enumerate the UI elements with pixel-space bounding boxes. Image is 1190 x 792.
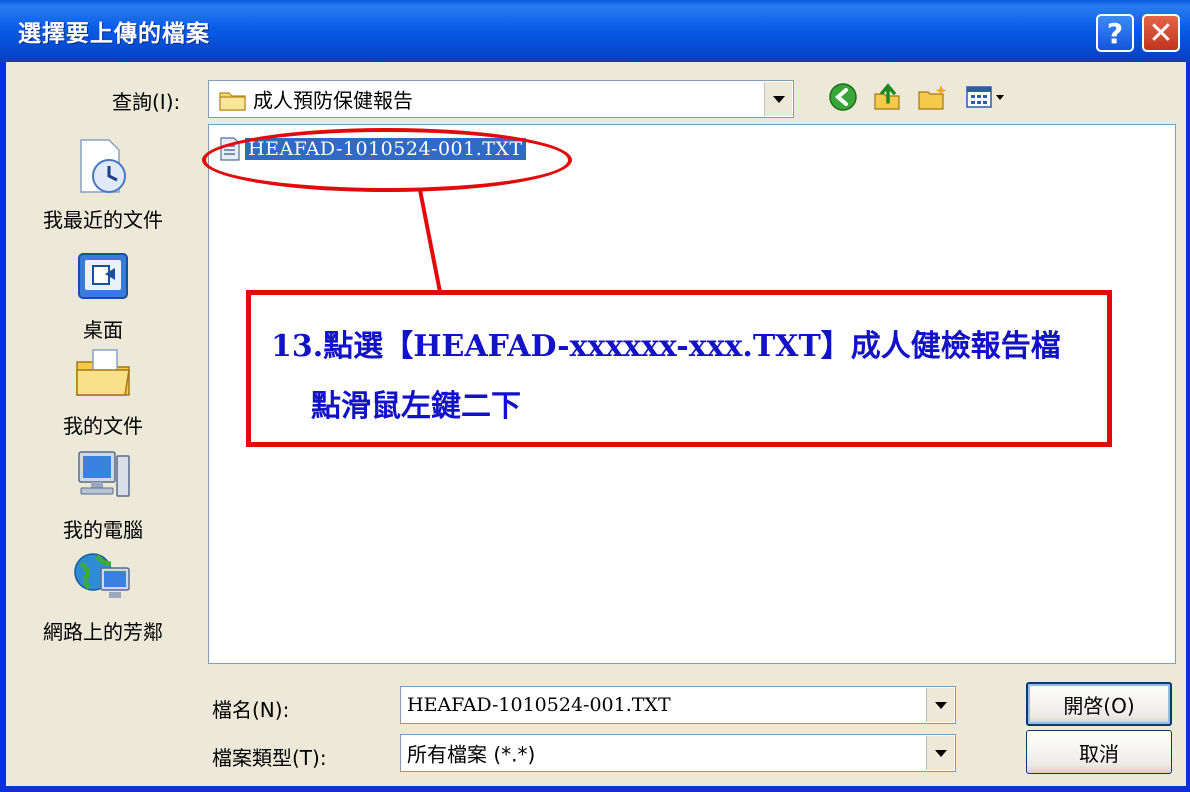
recent-documents-icon: [80, 139, 126, 193]
new-folder-icon: [918, 85, 947, 110]
place-network[interactable]: 網路上的芳鄰: [14, 546, 192, 645]
cancel-button[interactable]: 取消: [1026, 730, 1172, 774]
my-computer-icon: [78, 451, 130, 497]
place-my-documents[interactable]: 我的文件: [14, 340, 192, 439]
annotation-ellipse: [202, 128, 572, 192]
title-bar[interactable]: 選擇要上傳的檔案 ? ✕: [0, 0, 1190, 62]
place-label: 我的電腦: [63, 518, 143, 542]
up-folder-icon: [874, 83, 900, 110]
my-documents-icon: [76, 349, 130, 396]
close-button[interactable]: ✕: [1142, 14, 1180, 52]
up-folder-button[interactable]: [870, 80, 904, 114]
back-button[interactable]: [826, 80, 860, 114]
back-icon: [829, 83, 857, 111]
place-label: 網路上的芳鄰: [43, 620, 163, 644]
annotation-line-1: 13.點選【HEAFAD-xxxxxx-xxx.TXT】成人健檢報告檔: [271, 329, 1061, 364]
filename-input[interactable]: HEAFAD-1010524-001.TXT: [400, 686, 956, 724]
annotation-line-2: 點滑鼠左鍵二下: [311, 389, 521, 424]
filename-label: 檔名(N):: [212, 698, 290, 722]
view-menu-icon: [966, 86, 1004, 108]
network-places-icon: [74, 553, 130, 598]
filetype-dropdown[interactable]: 所有檔案 (*.*): [400, 734, 956, 772]
open-button[interactable]: 開啓(O): [1026, 682, 1172, 726]
dialog-title: 選擇要上傳的檔案: [18, 21, 210, 47]
place-label: 我最近的文件: [43, 208, 163, 232]
filename-value: HEAFAD-1010524-001.TXT: [407, 694, 671, 716]
view-menu-button[interactable]: [962, 80, 1014, 114]
filetype-dropdown-arrow[interactable]: [926, 736, 954, 770]
desktop-icon: [78, 253, 128, 299]
lookin-value: 成人預防保健報告: [253, 88, 413, 113]
place-label: 桌面: [83, 318, 123, 342]
filetype-label: 檔案類型(T):: [212, 746, 327, 770]
filename-dropdown-arrow[interactable]: [926, 688, 954, 722]
place-recent-documents[interactable]: 我最近的文件: [14, 134, 192, 233]
help-button[interactable]: ?: [1096, 14, 1134, 52]
annotation-callout: 13.點選【HEAFAD-xxxxxx-xxx.TXT】成人健檢報告檔 點滑鼠左…: [246, 290, 1112, 447]
place-my-computer[interactable]: 我的電腦: [14, 444, 192, 543]
lookin-dropdown[interactable]: 成人預防保健報告: [208, 80, 794, 118]
new-folder-button[interactable]: [916, 80, 950, 114]
folder-icon: [219, 92, 246, 111]
place-label: 我的文件: [63, 414, 143, 438]
lookin-label: 查詢(I):: [112, 90, 181, 114]
place-desktop[interactable]: 桌面: [14, 244, 192, 343]
filetype-value: 所有檔案 (*.*): [407, 742, 536, 767]
lookin-dropdown-arrow[interactable]: [764, 82, 792, 116]
